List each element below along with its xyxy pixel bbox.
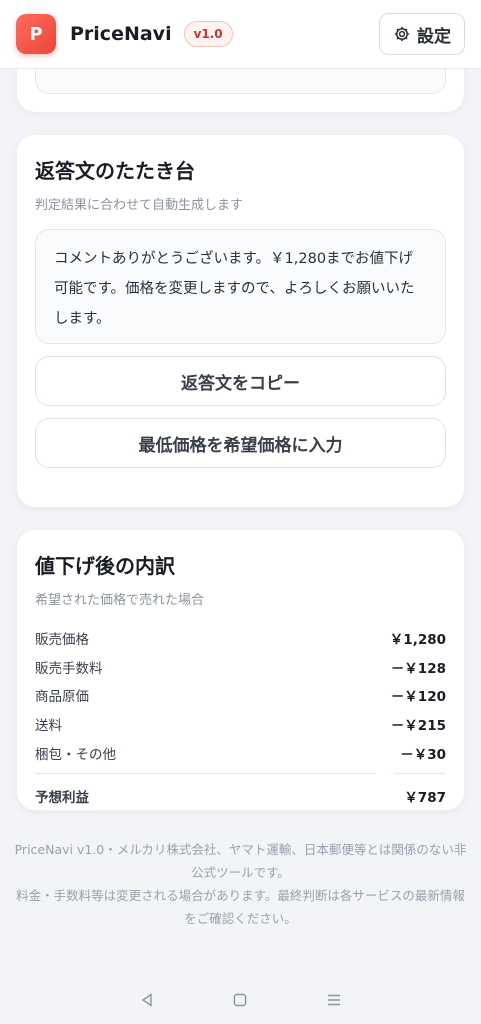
breakdown-rows: 販売価格 ￥1,280 販売手数料 －￥128 商品原価 －￥120 送料 －￥… xyxy=(35,624,446,811)
profit-value: ￥787 xyxy=(404,790,446,807)
breakdown-card: 値下げ後の内訳 希望された価格で売れた場合 販売価格 ￥1,280 販売手数料 … xyxy=(17,530,464,810)
reply-card-title: 返答文のたたき台 xyxy=(35,159,195,183)
reply-card: 返答文のたたき台 判定結果に合わせて自動生成します コメントありがとうございます… xyxy=(17,135,464,507)
settings-button[interactable]: 設定 xyxy=(379,13,465,55)
breakdown-row: 商品原価 －￥120 xyxy=(35,681,446,710)
breakdown-row: 送料 －￥215 xyxy=(35,710,446,739)
app-name: PriceNavi xyxy=(70,23,172,45)
row-label: 商品原価 xyxy=(35,689,89,706)
row-label: 販売手数料 xyxy=(35,660,103,677)
row-label: 梱包・その他 xyxy=(35,746,116,763)
back-icon[interactable] xyxy=(139,992,155,1008)
menu-icon[interactable] xyxy=(326,992,342,1008)
system-navbar xyxy=(0,976,481,1024)
row-value: ￥1,280 xyxy=(389,632,446,649)
breakdown-divider xyxy=(35,772,446,774)
app-header: P PriceNavi v1.0 設定 xyxy=(0,0,481,69)
row-value: －￥128 xyxy=(390,660,446,677)
row-value: －￥215 xyxy=(390,718,446,735)
footer-line-1: PriceNavi v1.0・メルカリ株式会社、ヤマト運輸、日本郵便等とは関係の… xyxy=(14,842,467,880)
breakdown-row: 販売手数料 －￥128 xyxy=(35,653,446,682)
app-viewport: P PriceNavi v1.0 設定 返答文のたたき台 判定結果に合わせて自動… xyxy=(0,0,481,1024)
copy-reply-button[interactable]: 返答文をコピー xyxy=(35,356,446,406)
reply-text[interactable]: コメントありがとうございます。￥1,280までお値下げ可能です。価格を変更します… xyxy=(35,229,446,344)
profit-row: 予想利益 ￥787 xyxy=(35,782,446,811)
gear-icon xyxy=(394,26,410,42)
row-label: 送料 xyxy=(35,718,62,735)
row-value: －￥120 xyxy=(390,689,446,706)
breakdown-row: 販売価格 ￥1,280 xyxy=(35,624,446,653)
row-label: 販売価格 xyxy=(35,632,89,649)
breakdown-row: 梱包・その他 －￥30 xyxy=(35,738,446,767)
home-icon[interactable] xyxy=(232,992,248,1008)
app-logo: P xyxy=(16,14,56,54)
footer-disclaimer: PriceNavi v1.0・メルカリ株式会社、ヤマト運輸、日本郵便等とは関係の… xyxy=(14,838,467,930)
reply-card-subtitle: 判定結果に合わせて自動生成します xyxy=(35,198,244,213)
breakdown-card-title: 値下げ後の内訳 xyxy=(35,554,175,578)
profit-label: 予想利益 xyxy=(35,790,89,807)
footer-line-2: 料金・手数料等は変更される場合があります。最終判断は各サービスの最新情報をご確認… xyxy=(16,888,465,926)
fill-min-price-button[interactable]: 最低価格を希望価格に入力 xyxy=(35,418,446,468)
settings-label: 設定 xyxy=(417,26,451,47)
row-value: －￥30 xyxy=(400,746,446,763)
breakdown-card-subtitle: 希望された価格で売れた場合 xyxy=(35,593,205,608)
version-badge: v1.0 xyxy=(183,21,233,47)
